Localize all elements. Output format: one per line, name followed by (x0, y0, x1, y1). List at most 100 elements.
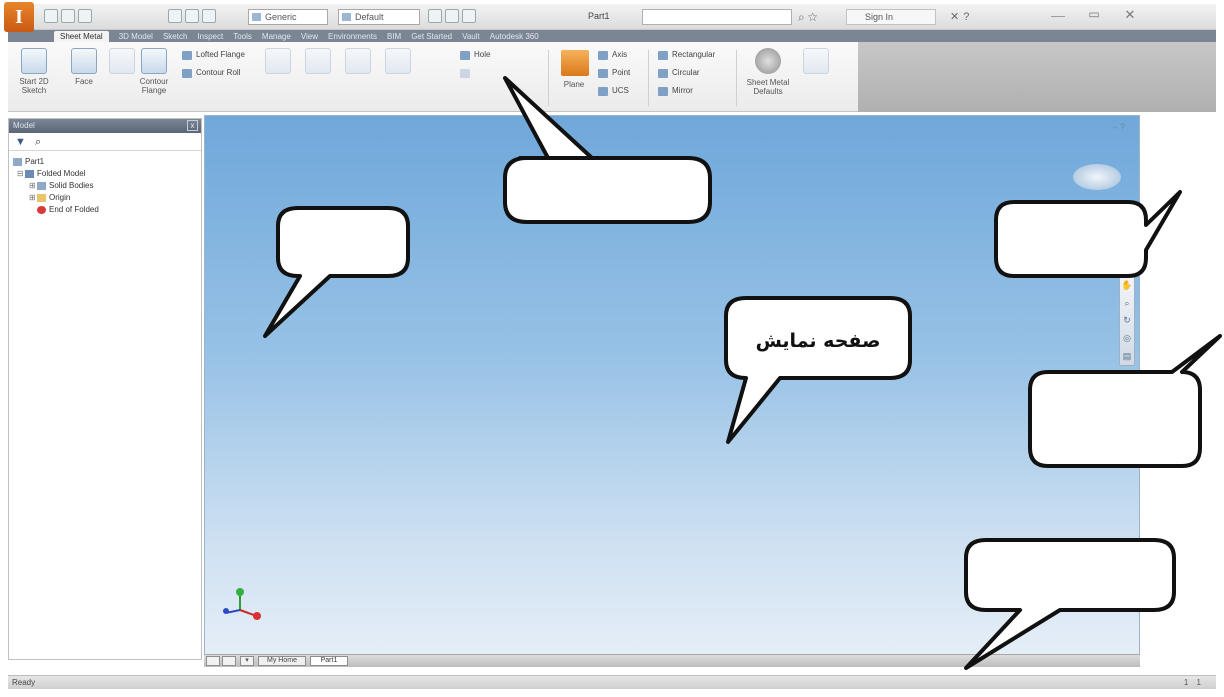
y-axis (227, 609, 241, 614)
tab-part1[interactable]: Part1 (310, 656, 348, 666)
y-axis-tip (223, 608, 229, 614)
lofted-flange-button[interactable]: Lofted Flange (182, 50, 245, 60)
plane-button[interactable]: Plane (554, 80, 594, 89)
axis-button[interactable]: Axis (598, 50, 627, 60)
tab-manage[interactable]: Manage (262, 32, 291, 41)
sheet-metal-defaults-icon[interactable] (755, 48, 781, 74)
face-icon (71, 48, 97, 74)
tree-item-part[interactable]: Part1 (13, 157, 44, 166)
face-button[interactable]: Face (64, 48, 104, 86)
save-icon[interactable] (78, 9, 92, 23)
sheet-metal-defaults-button[interactable]: Sheet Metal Defaults (738, 78, 798, 96)
z-axis (239, 594, 241, 610)
help-icons[interactable]: ✕? (950, 10, 973, 23)
navigation-bar[interactable]: ✋ ⌕ ↻ ◎ ▤ (1119, 276, 1135, 366)
unfold-button[interactable] (338, 48, 378, 77)
clear-appearance-icon[interactable] (428, 9, 442, 23)
tab-my-home[interactable]: My Home (258, 656, 306, 666)
rectangular-pattern-button[interactable]: Rectangular (658, 50, 715, 60)
infocenter-icons[interactable]: ⌕☆ (798, 10, 821, 25)
solid-bodies-icon (37, 181, 46, 190)
undo-redo-toolbar[interactable] (168, 9, 216, 25)
redo-icon[interactable] (185, 9, 199, 23)
model-browser: Model x ▼ ⌕ Part1 ⊟ Folded Model ⊞ Solid B… (8, 118, 202, 660)
material-combo[interactable]: Generic (248, 9, 328, 25)
tab-sheet-metal[interactable]: Sheet Metal (54, 30, 109, 42)
sign-in-button[interactable]: Sign In (846, 9, 936, 25)
end-of-part-icon (37, 205, 46, 214)
close-button[interactable]: ✕ (1116, 7, 1144, 23)
tab-get-started[interactable]: Get Started (411, 32, 452, 41)
cut-icon (265, 48, 291, 74)
tile-windows-icon[interactable] (206, 656, 220, 666)
tab-bim[interactable]: BIM (387, 32, 401, 41)
browser-close-button[interactable]: x (187, 120, 198, 131)
browser-title: Model (13, 121, 35, 130)
help-search-input[interactable] (642, 9, 792, 25)
graphics-window[interactable]: – ? ✋ ⌕ ↻ ◎ ▤ (204, 115, 1140, 655)
z-axis-tip (236, 588, 244, 596)
flange-icon (109, 48, 135, 74)
contour-flange-icon (141, 48, 167, 74)
tab-list-dropdown[interactable]: ▾ (240, 656, 254, 666)
tab-vault[interactable]: Vault (462, 32, 480, 41)
fold-button[interactable] (298, 48, 338, 77)
collapse-toggle[interactable]: ⊟ (17, 169, 25, 178)
orbit-icon[interactable]: ↻ (1123, 315, 1131, 326)
tab-autodesk-360[interactable]: Autodesk 360 (490, 32, 539, 41)
circular-pattern-button[interactable]: Circular (658, 68, 700, 78)
x-axis-tip (253, 612, 261, 620)
status-counters: 1 1 (1183, 678, 1204, 687)
maximize-button[interactable]: ▭ (1080, 7, 1108, 21)
fx-icon[interactable] (462, 9, 476, 23)
tree-item-solid-bodies[interactable]: ⊞ Solid Bodies (29, 181, 93, 190)
point-button[interactable]: Point (598, 68, 630, 78)
tab-tools[interactable]: Tools (233, 32, 252, 41)
look-at-icon[interactable]: ◎ (1123, 333, 1131, 344)
ucs-button[interactable]: UCS (598, 86, 629, 96)
tree-item-end-of-folded[interactable]: End of Folded (37, 205, 99, 214)
cascade-windows-icon[interactable] (222, 656, 236, 666)
pan-icon[interactable]: ✋ (1121, 280, 1132, 291)
refold-button[interactable] (378, 48, 418, 77)
cut-button[interactable] (258, 48, 298, 77)
appearance-tools[interactable] (428, 9, 476, 25)
new-icon[interactable] (44, 9, 58, 23)
tab-sketch[interactable]: Sketch (163, 32, 187, 41)
select-icon[interactable] (202, 9, 216, 23)
hole-button[interactable]: Hole (460, 50, 490, 60)
binoculars-icon[interactable]: ⌕ (35, 136, 41, 149)
filter-icon[interactable]: ▼ (15, 136, 26, 148)
viewport-controls[interactable]: – ? (1112, 122, 1125, 132)
contour-roll-button[interactable]: Contour Roll (182, 68, 240, 78)
steering-wheel-icon[interactable]: ▤ (1123, 351, 1132, 362)
open-icon[interactable] (61, 9, 75, 23)
convert-button[interactable] (796, 48, 836, 77)
folder-icon (37, 193, 46, 202)
browser-toolbar: ▼ ⌕ (9, 133, 201, 151)
tab-view[interactable]: View (301, 32, 318, 41)
zoom-icon[interactable]: ⌕ (1124, 298, 1129, 309)
undo-icon[interactable] (168, 9, 182, 23)
quick-access-toolbar[interactable] (44, 9, 92, 25)
application-menu-button[interactable]: I (4, 2, 34, 32)
contour-flange-button[interactable]: Contour Flange (134, 48, 174, 95)
ribbon-tab-strip: Sheet Metal 3D Model Sketch Inspect Tool… (8, 30, 1216, 42)
mirror-button[interactable]: Mirror (658, 86, 693, 96)
viewcube[interactable] (1073, 164, 1121, 190)
tree-item-origin[interactable]: ⊞ Origin (29, 193, 70, 202)
tab-inspect[interactable]: Inspect (197, 32, 223, 41)
plane-icon[interactable] (561, 50, 589, 76)
start-sketch-button[interactable]: Start 2D Sketch (14, 48, 54, 95)
minimize-button[interactable]: — (1044, 7, 1072, 23)
tab-environments[interactable]: Environments (328, 32, 377, 41)
document-title: Part1 (588, 11, 610, 21)
tree-item-folded-model[interactable]: ⊟ Folded Model (17, 169, 85, 178)
ribbon-separator (548, 50, 549, 106)
sketch-icon (21, 48, 47, 74)
expand-toggle[interactable]: ⊞ (29, 181, 37, 190)
expand-toggle[interactable]: ⊞ (29, 193, 37, 202)
appearance-combo[interactable]: Default (338, 9, 420, 25)
color-fill-icon[interactable] (445, 9, 459, 23)
tab-3d-model[interactable]: 3D Model (119, 32, 153, 41)
